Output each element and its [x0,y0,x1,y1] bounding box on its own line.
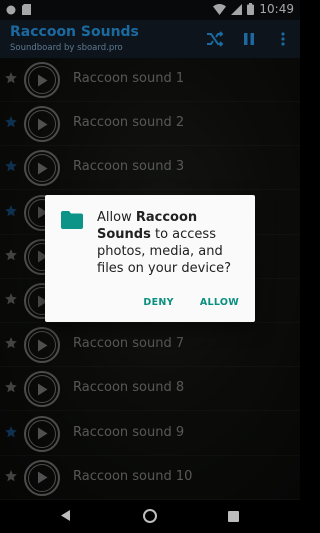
back-icon[interactable] [61,510,70,521]
permission-dialog: Allow Raccoon Sounds to access photos, m… [45,195,255,322]
dialog-actions: DENY ALLOW [143,297,239,308]
deny-button[interactable]: DENY [143,297,173,308]
folder-icon [61,211,83,229]
dialog-message-pre: Allow [97,210,136,225]
allow-button[interactable]: ALLOW [200,297,239,308]
navigation-bar [0,500,300,533]
home-icon[interactable] [143,509,157,523]
dialog-message: Allow Raccoon Sounds to access photos, m… [97,209,247,277]
recents-icon[interactable] [228,511,239,522]
